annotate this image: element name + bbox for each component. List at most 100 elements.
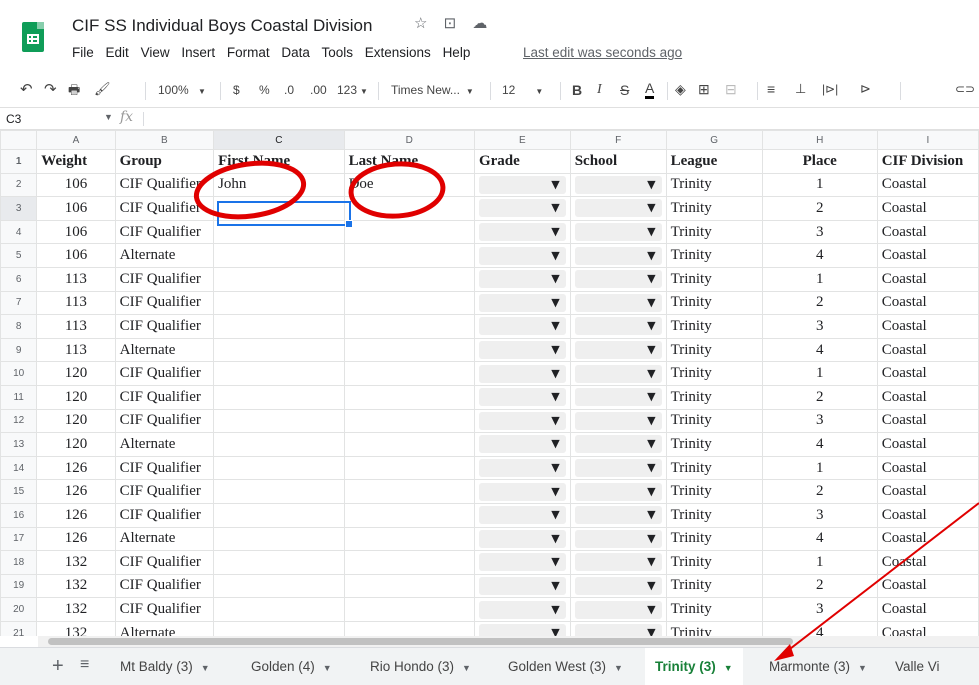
fill-color-icon[interactable]: ◈	[675, 81, 686, 98]
dropdown-cell[interactable]	[569, 620, 667, 636]
data-cell[interactable]	[213, 479, 345, 504]
text-wrap-icon[interactable]: |⊳|	[822, 82, 838, 96]
dropdown-chip[interactable]	[574, 435, 662, 454]
menu-help[interactable]: Help	[443, 45, 471, 60]
vertical-align-icon[interactable]: ⊥	[795, 81, 806, 97]
decrease-decimal-button[interactable]: .0	[284, 83, 294, 97]
sheet-tab-caret-icon[interactable]: ▼	[724, 663, 733, 673]
data-cell[interactable]	[213, 455, 345, 481]
dropdown-chip[interactable]	[478, 624, 566, 636]
data-cell[interactable]: Doe	[343, 172, 475, 198]
data-cell[interactable]: 4	[761, 526, 878, 552]
row-number[interactable]: 12	[0, 408, 38, 434]
data-cell[interactable]	[213, 620, 345, 636]
sheet-tab-caret-icon[interactable]: ▼	[614, 663, 623, 673]
dropdown-cell[interactable]	[473, 620, 571, 636]
dropdown-cell[interactable]	[569, 384, 667, 410]
dropdown-cell[interactable]	[473, 408, 571, 434]
dropdown-chip[interactable]	[478, 199, 566, 218]
data-cell[interactable]: 4	[761, 432, 878, 457]
column-header-f[interactable]: F	[569, 130, 667, 150]
data-cell[interactable]: CIF Qualifier	[114, 384, 215, 410]
data-cell[interactable]	[343, 620, 475, 636]
print-icon[interactable]: 🖶	[68, 81, 80, 103]
text-color-button[interactable]: A	[645, 80, 655, 99]
column-title-cell[interactable]: League	[665, 149, 763, 174]
dropdown-cell[interactable]	[569, 408, 667, 434]
data-cell[interactable]	[213, 243, 345, 268]
data-cell[interactable]	[343, 526, 475, 552]
column-header-d[interactable]: D	[343, 130, 475, 150]
dropdown-cell[interactable]	[569, 479, 667, 504]
data-cell[interactable]	[343, 243, 475, 268]
data-cell[interactable]	[343, 196, 475, 221]
row-number[interactable]: 4	[0, 219, 38, 245]
more-formats-button[interactable]: 123 ▼	[337, 83, 368, 97]
dropdown-cell[interactable]	[473, 502, 571, 528]
data-cell[interactable]: Trinity	[665, 573, 763, 599]
column-title-cell[interactable]: School	[569, 149, 667, 174]
data-cell[interactable]: 1	[761, 455, 878, 481]
dropdown-chip[interactable]	[478, 364, 566, 383]
column-header-e[interactable]: E	[473, 130, 571, 150]
menu-tools[interactable]: Tools	[321, 45, 353, 60]
data-cell[interactable]	[343, 550, 475, 575]
data-cell[interactable]	[343, 502, 475, 528]
row-number[interactable]: 20	[0, 597, 38, 622]
data-cell[interactable]	[213, 573, 345, 599]
row-number[interactable]: 10	[0, 361, 38, 386]
data-cell[interactable]	[213, 526, 345, 552]
data-cell[interactable]: CIF Qualifier	[114, 219, 215, 245]
data-cell[interactable]: Coastal	[876, 384, 979, 410]
dropdown-chip[interactable]	[574, 600, 662, 619]
sheet-tab-caret-icon[interactable]: ▼	[201, 663, 210, 673]
data-cell[interactable]: 120	[36, 384, 116, 410]
menu-data[interactable]: Data	[281, 45, 310, 60]
data-cell[interactable]: CIF Qualifier	[114, 266, 215, 292]
column-title-cell[interactable]: Group	[114, 149, 215, 174]
data-cell[interactable]	[213, 432, 345, 457]
menu-view[interactable]: View	[141, 45, 170, 60]
dropdown-chip[interactable]	[574, 223, 662, 242]
data-cell[interactable]: CIF Qualifier	[114, 172, 215, 198]
paint-format-icon[interactable]: 🖌	[94, 81, 111, 97]
horizontal-align-icon[interactable]: ≡	[767, 81, 775, 97]
strikethrough-button[interactable]: S	[620, 82, 629, 98]
data-cell[interactable]: Trinity	[665, 196, 763, 221]
italic-button[interactable]: I	[597, 82, 602, 98]
data-cell[interactable]	[213, 550, 345, 575]
data-cell[interactable]	[343, 455, 475, 481]
dropdown-cell[interactable]	[569, 526, 667, 552]
move-folder-icon[interactable]: ⊡	[444, 15, 457, 32]
data-cell[interactable]: 132	[36, 573, 116, 599]
dropdown-chip[interactable]	[478, 435, 566, 454]
data-cell[interactable]: 120	[36, 361, 116, 386]
add-sheet-button[interactable]: +	[52, 655, 64, 678]
data-cell[interactable]: Coastal	[876, 479, 979, 504]
data-cell[interactable]	[213, 266, 345, 292]
data-cell[interactable]: 106	[36, 219, 116, 245]
sheet-tab[interactable]: Mt Baldy (3) ▼	[110, 648, 220, 685]
data-cell[interactable]: Alternate	[114, 526, 215, 552]
dropdown-cell[interactable]	[473, 384, 571, 410]
data-cell[interactable]	[213, 219, 345, 245]
data-cell[interactable]: Trinity	[665, 479, 763, 504]
row-number[interactable]: 11	[0, 384, 38, 410]
data-cell[interactable]: CIF Qualifier	[114, 550, 215, 575]
merge-cells-icon[interactable]: ⊟	[725, 81, 737, 98]
data-cell[interactable]: Trinity	[665, 172, 763, 198]
data-cell[interactable]: 132	[36, 597, 116, 622]
undo-icon[interactable]: ↶	[20, 80, 33, 98]
dropdown-cell[interactable]	[569, 196, 667, 221]
data-cell[interactable]: Coastal	[876, 550, 979, 575]
row-number[interactable]: 14	[0, 455, 38, 481]
dropdown-chip[interactable]	[478, 459, 566, 478]
data-cell[interactable]	[343, 337, 475, 363]
sheet-tab-caret-icon[interactable]: ▼	[858, 663, 867, 673]
data-cell[interactable]: CIF Qualifier	[114, 455, 215, 481]
dropdown-cell[interactable]	[569, 172, 667, 198]
data-cell[interactable]: CIF Qualifier	[114, 361, 215, 386]
data-cell[interactable]: Coastal	[876, 573, 979, 599]
bold-button[interactable]: B	[572, 82, 582, 98]
column-title-cell[interactable]: First Name	[213, 149, 345, 174]
